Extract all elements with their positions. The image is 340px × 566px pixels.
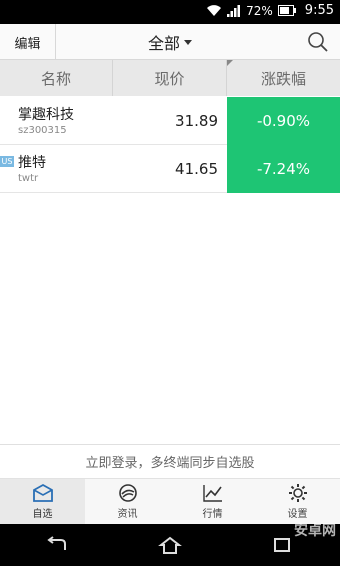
market-badge: US [0,156,14,167]
stock-code: twtr [18,173,39,184]
edit-button[interactable]: 编辑 [0,24,56,60]
stock-change[interactable]: -7.24% [227,145,340,193]
title-bar: 编辑 全部 [0,24,340,60]
clock: 9:55 [304,3,334,18]
column-header-price[interactable]: 现价 [113,60,227,96]
tab-news[interactable]: 资讯 [85,479,170,524]
watchlist-icon [32,483,53,502]
gear-icon [288,484,307,502]
system-nav-bar [0,524,340,566]
stock-row[interactable]: US 推特 twtr 41.65 -7.24% [0,145,340,193]
market-chart-icon [202,485,222,502]
battery-icon [277,5,296,16]
recent-apps-icon[interactable] [271,536,295,554]
tab-settings[interactable]: 设置 [255,479,340,524]
stock-price: 41.65 [175,160,218,178]
bottom-tab-bar: 自选 资讯 行情 设置 [0,478,340,524]
sort-corner-icon [227,60,233,66]
tab-label: 设置 [287,509,308,520]
stock-name: 掌趣科技 [18,107,74,123]
tab-label: 资讯 [117,509,138,520]
login-prompt[interactable]: 立即登录，多终端同步自选股 [0,444,340,478]
column-headers: 名称 现价 涨跌幅 [0,60,340,96]
back-icon[interactable] [45,536,69,554]
stock-price: 31.89 [175,112,218,130]
column-header-change-label: 涨跌幅 [260,69,306,88]
search-button[interactable] [304,28,332,56]
status-bar: 72% 9:55 [0,0,340,24]
stock-change[interactable]: -0.90% [227,97,340,145]
search-icon [308,32,328,52]
page-title: 全部 [147,34,180,53]
signal-icon [227,4,241,17]
battery-percent: 72% [246,3,273,18]
caret-down-icon [184,39,192,45]
news-icon [118,484,137,502]
stock-name: 推特 [18,155,46,171]
wifi-icon [207,4,222,16]
tab-label: 自选 [32,509,53,520]
group-selector[interactable]: 全部 [120,24,220,60]
home-icon[interactable] [158,536,182,554]
tab-label: 行情 [202,509,223,520]
tab-watchlist[interactable]: 自选 [0,479,85,524]
tab-market[interactable]: 行情 [170,479,255,524]
watermark: 安卓网 [294,523,336,539]
stock-code: sz300315 [18,125,67,136]
column-header-name[interactable]: 名称 [0,60,113,96]
stock-row[interactable]: 掌趣科技 sz300315 31.89 -0.90% [0,97,340,145]
column-header-change[interactable]: 涨跌幅 [227,60,340,96]
